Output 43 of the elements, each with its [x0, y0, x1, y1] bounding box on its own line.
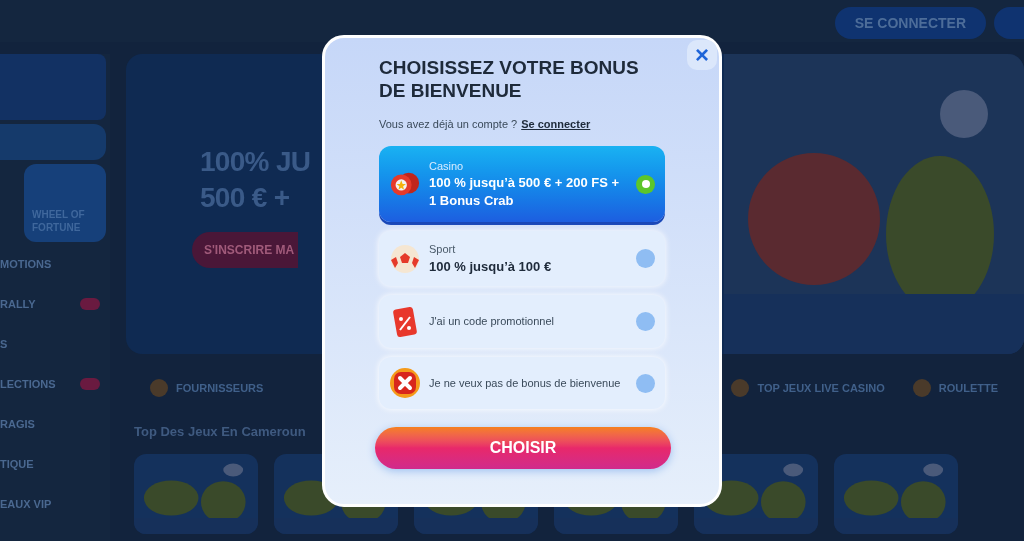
- new-badge: [80, 378, 100, 390]
- sidebar-item[interactable]: MOTIONS: [0, 255, 52, 273]
- category-icon: [912, 379, 931, 397]
- section-title: Top Des Jeux En Cameroun: [133, 423, 307, 441]
- category-icon: [731, 379, 750, 397]
- bonus-option[interactable]: J'ai un code promotionnel: [379, 295, 665, 348]
- radio-button[interactable]: [636, 249, 655, 268]
- discount-coupon-icon: [392, 305, 418, 338]
- register-button[interactable]: [994, 7, 1024, 39]
- category-icon: [150, 379, 168, 397]
- sidebar-item[interactable]: RALLY: [0, 295, 36, 313]
- category-tab[interactable]: TOP JEUX LIVE CASINO: [757, 379, 885, 397]
- dialog-title: CHOISISSEZ VOTRE BONUS DE BIENVENUE: [379, 55, 640, 102]
- promo-button[interactable]: [0, 124, 106, 160]
- ball-icon: [390, 243, 420, 274]
- radio-button[interactable]: [636, 174, 655, 194]
- category-tab[interactable]: ROULETTE: [938, 379, 999, 397]
- sidebar-item[interactable]: S: [0, 335, 8, 353]
- sidebar-item[interactable]: RAGIS: [0, 415, 35, 433]
- option-text: J'ai un code promotionnel: [429, 314, 555, 330]
- option-text: 100 % jusqu’à 100 €: [429, 257, 553, 276]
- option-text: 100 % jusqu’à 500 € + 200 FS + 1 Bonus Crab: [429, 174, 621, 211]
- signup-button[interactable]: S'INSCRIRE MA: [192, 232, 299, 268]
- option-category: Casino: [429, 158, 465, 174]
- category-tab[interactable]: FOURNISSEURS: [176, 379, 264, 397]
- bonus-option[interactable]: Je ne veux pas de bonus de bienvenue: [379, 357, 665, 409]
- bonus-option[interactable]: Sport 100 % jusqu’à 100 €: [379, 231, 665, 286]
- new-badge: [80, 298, 100, 310]
- chips-icon: [389, 170, 421, 198]
- radio-button[interactable]: [636, 312, 655, 331]
- sidebar-item[interactable]: TIQUE: [0, 455, 34, 473]
- account-prompt: Vous avez déjà un compte ?: [379, 116, 518, 132]
- close-button[interactable]: ×: [687, 39, 717, 70]
- option-category: Sport: [429, 242, 457, 258]
- cross-icon: [389, 367, 421, 399]
- option-text: Je ne veux pas de bonus de bienvenue: [429, 375, 622, 391]
- login-button[interactable]: SE CONNECTER: [834, 7, 986, 39]
- sidebar-item[interactable]: EAUX VIP: [0, 495, 52, 513]
- radio-button[interactable]: [636, 373, 655, 393]
- sidebar-item[interactable]: LECTIONS: [0, 375, 56, 393]
- choose-button[interactable]: CHOISIR: [375, 427, 671, 469]
- login-link[interactable]: Se connecter: [521, 115, 591, 132]
- bonus-option[interactable]: Casino 100 % jusqu’à 500 € + 200 FS + 1 Bonus Crab: [379, 146, 665, 222]
